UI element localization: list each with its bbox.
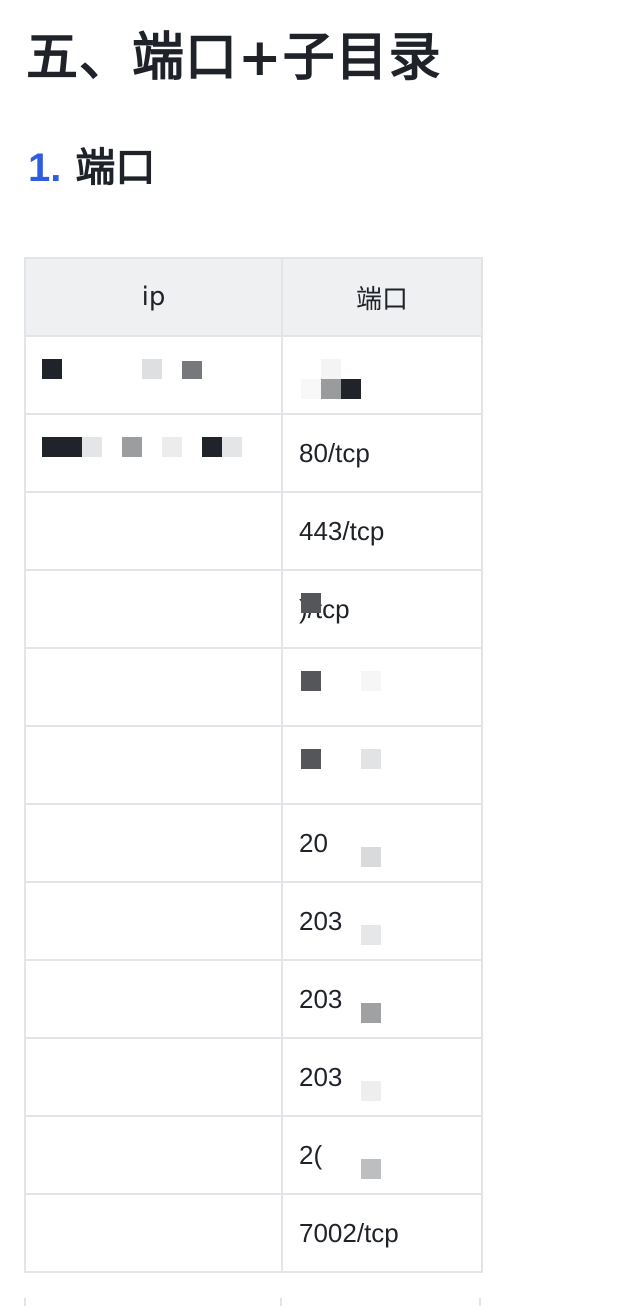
ip-cell: [24, 569, 283, 649]
redaction-block: [301, 379, 321, 399]
redaction-block: [42, 437, 82, 457]
redaction-block: [361, 749, 381, 769]
table-row: [24, 725, 483, 805]
port-cell: 2(: [281, 1115, 483, 1195]
table-row: 443/tcp: [24, 491, 483, 571]
redaction-block: [301, 593, 321, 613]
redaction-block: [361, 1003, 381, 1023]
table-row: 7002/tcp: [24, 1193, 483, 1273]
port-cell: 443/tcp: [281, 491, 483, 571]
port-cell: )/tcp: [281, 569, 483, 649]
redaction-block: [162, 437, 182, 457]
table-row: )/tcp: [24, 569, 483, 649]
redaction-block: [202, 437, 222, 457]
redaction-block: [361, 925, 381, 945]
table-header-row: ip 端口: [24, 257, 483, 337]
section-title: 端口: [75, 145, 156, 191]
ip-cell: [24, 803, 283, 883]
redaction-block: [142, 359, 162, 379]
redaction-block: [301, 749, 321, 769]
column-header-ip: ip: [24, 257, 283, 337]
column-header-port: 端口: [281, 257, 483, 337]
table-row: 203: [24, 959, 483, 1039]
port-cell: 80/tcp: [281, 413, 483, 493]
table-row: [24, 335, 483, 415]
ip-cell: [24, 881, 283, 961]
ip-cell: [24, 647, 283, 727]
port-cell: [281, 647, 483, 727]
redaction-block: [361, 1081, 381, 1101]
ip-cell: [24, 725, 283, 805]
port-cell: [281, 335, 483, 415]
port-cell: 20: [281, 803, 483, 883]
table-row: 203: [24, 881, 483, 961]
ip-cell: [24, 1115, 283, 1195]
ip-cell: [24, 959, 283, 1039]
ports-table: ip 端口 80/tcp 443/tcp)/tcp 20 203 203 203 2(700…: [24, 257, 483, 1273]
redaction-block: [222, 437, 242, 457]
table-row: 203: [24, 1037, 483, 1117]
ip-cell: [24, 1193, 283, 1273]
redaction-block: [122, 437, 142, 457]
redaction-block: [82, 437, 102, 457]
ip-cell: [24, 413, 283, 493]
redaction-block: [361, 671, 381, 691]
table-row: 80/tcp: [24, 413, 483, 493]
redaction-block: [182, 361, 202, 379]
redaction-block: [361, 847, 381, 867]
redaction-block: [42, 359, 62, 379]
redaction-block: [321, 379, 341, 399]
ip-cell: [24, 335, 283, 415]
port-cell: 203: [281, 959, 483, 1039]
redaction-block: [341, 379, 361, 399]
section-number: 1.: [28, 146, 62, 190]
section-heading: 1. 端口: [28, 142, 155, 194]
port-cell: 7002/tcp: [281, 1193, 483, 1273]
page-title: 五、端口+子目录: [26, 28, 442, 88]
ip-cell: [24, 1037, 283, 1117]
port-cell: 203: [281, 881, 483, 961]
port-cell: [281, 725, 483, 805]
ip-cell: [24, 491, 283, 571]
redaction-block: [361, 1159, 381, 1179]
table-row-partial: [0, 1298, 640, 1306]
redaction-block: [301, 671, 321, 691]
table-row: 20: [24, 803, 483, 883]
redaction-block: [321, 359, 341, 379]
table-row: [24, 647, 483, 727]
table-row: 2(: [24, 1115, 483, 1195]
port-cell: 203: [281, 1037, 483, 1117]
